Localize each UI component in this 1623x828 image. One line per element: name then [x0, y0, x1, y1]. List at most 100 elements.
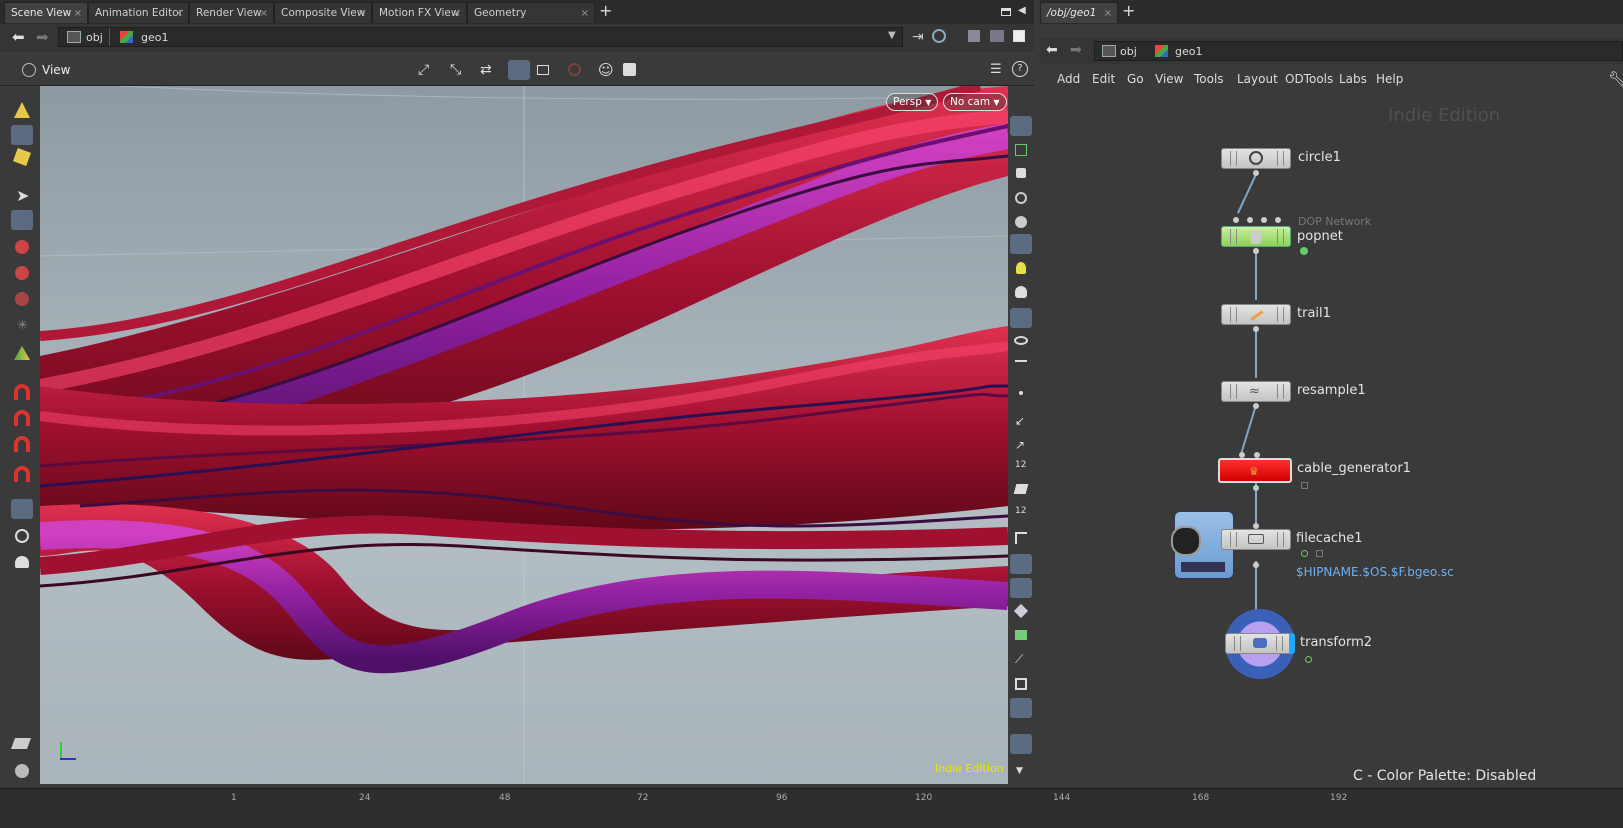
close-icon[interactable]: ×: [581, 3, 589, 24]
menu-view[interactable]: View: [1155, 72, 1183, 86]
maximize-icon[interactable]: [1013, 30, 1025, 42]
node-circle1[interactable]: [1221, 148, 1291, 169]
pin-icon[interactable]: ⇥: [912, 29, 924, 45]
profile-icon[interactable]: [1015, 532, 1027, 544]
back-arrow-icon[interactable]: ⬅: [12, 28, 25, 46]
tab-render-view[interactable]: Render View ×: [189, 2, 274, 23]
safe-area-icon[interactable]: [1015, 678, 1027, 690]
node-label[interactable]: popnet: [1297, 229, 1343, 244]
background-toggle-icon[interactable]: [1010, 116, 1032, 136]
uv-icon[interactable]: [1015, 144, 1027, 156]
node-popnet[interactable]: [1221, 226, 1291, 247]
magnet-icon[interactable]: [14, 436, 30, 452]
node-label[interactable]: trail1: [1297, 306, 1331, 321]
eye-icon[interactable]: [1014, 336, 1028, 345]
path-crumb-obj[interactable]: obj: [86, 31, 103, 44]
menu-edit[interactable]: Edit: [1092, 72, 1115, 86]
brush-tool-icon[interactable]: [14, 102, 30, 118]
point-icon[interactable]: [1019, 391, 1023, 395]
3d-viewport[interactable]: Persp ▼ No cam ▼ Indie Edition: [40, 86, 1008, 784]
chevron-down-icon[interactable]: ▼: [1016, 766, 1023, 776]
menu-odtools[interactable]: ODTools: [1285, 72, 1333, 86]
close-icon[interactable]: ×: [74, 3, 82, 24]
menu-tools[interactable]: Tools: [1194, 72, 1224, 86]
input-connector[interactable]: [1275, 217, 1281, 223]
camera-mode-dropdown[interactable]: Persp ▼: [886, 93, 939, 111]
output-connector[interactable]: [1253, 485, 1259, 491]
add-tab-icon[interactable]: +: [1122, 1, 1135, 20]
close-icon[interactable]: ×: [1104, 3, 1112, 24]
snapshot-view-icon[interactable]: [1010, 698, 1032, 718]
display-options-icon[interactable]: [990, 30, 1004, 42]
ghost-icon[interactable]: [15, 556, 29, 568]
menu-help[interactable]: Help: [1376, 72, 1403, 86]
close-icon[interactable]: ×: [453, 3, 461, 24]
input-connector[interactable]: [1247, 217, 1253, 223]
node-label[interactable]: transform2: [1300, 635, 1372, 650]
output-connector[interactable]: [1253, 403, 1259, 409]
node-trail1[interactable]: [1221, 304, 1291, 325]
camera-dolly-icon[interactable]: [15, 764, 29, 778]
scale-tool-icon[interactable]: [15, 292, 29, 306]
pose-tool-icon[interactable]: ✳: [17, 318, 28, 333]
geometry-mode-icon[interactable]: [13, 148, 31, 166]
node-label[interactable]: filecache1: [1296, 531, 1363, 546]
geo-cube-icon[interactable]: [968, 30, 980, 42]
ghost-icon[interactable]: [1015, 216, 1027, 228]
output-connector[interactable]: [1253, 248, 1259, 254]
magnet-icon[interactable]: [14, 410, 30, 426]
snap-camera-icon[interactable]: [11, 499, 33, 519]
close-icon[interactable]: ×: [260, 3, 268, 24]
node-transform2[interactable]: [1225, 633, 1295, 654]
view-menu-icon[interactable]: [22, 63, 36, 77]
node-resample1[interactable]: ≈: [1221, 381, 1291, 402]
stamp-icon[interactable]: [10, 738, 32, 749]
input-connector[interactable]: [1261, 217, 1267, 223]
tab-network[interactable]: /obj/geo1 ×: [1040, 2, 1118, 23]
display-options-icon[interactable]: ☰: [990, 62, 1002, 77]
tab-geometry-spreadsheet[interactable]: Geometry Spreadsheet×: [467, 2, 595, 40]
network-view[interactable]: Indie Edition circle1 DOP Network popnet: [1040, 93, 1623, 790]
location-icon[interactable]: [1010, 734, 1032, 754]
path-crumb-geo1[interactable]: geo1: [141, 31, 168, 44]
timer-icon[interactable]: [15, 529, 29, 543]
snapshot-icon[interactable]: [623, 63, 636, 76]
path-field[interactable]: obj geo1: [1094, 41, 1623, 61]
help-icon[interactable]: ?: [1012, 61, 1028, 77]
screen-icon[interactable]: [537, 65, 549, 75]
lock-tool-icon[interactable]: [11, 210, 33, 230]
viewer-title[interactable]: View: [42, 63, 70, 77]
close-icon[interactable]: ×: [358, 3, 366, 24]
point-numbers-icon[interactable]: 12: [1015, 460, 1026, 470]
bulb-icon[interactable]: [1016, 262, 1026, 274]
link-icon[interactable]: [932, 29, 946, 43]
menu-layout[interactable]: Layout: [1237, 72, 1278, 86]
rotate-tool-icon[interactable]: [15, 266, 29, 280]
forward-arrow-icon[interactable]: ➡: [36, 28, 49, 46]
menu-add[interactable]: Add: [1057, 72, 1080, 86]
node-cable-generator1[interactable]: ♛: [1218, 458, 1292, 483]
node-label[interactable]: cable_generator1: [1297, 461, 1411, 476]
camera-view-icon[interactable]: [1010, 308, 1032, 328]
wrench-icon[interactable]: 🔧︎: [1608, 70, 1623, 88]
node-filecache1[interactable]: [1221, 529, 1291, 550]
tab-motion-fx-view[interactable]: Motion FX View ×: [372, 2, 467, 23]
magnet-icon[interactable]: [14, 384, 30, 400]
snap-tool-icon[interactable]: ⤡: [450, 62, 461, 78]
chevron-down-icon[interactable]: ▼: [888, 30, 896, 41]
shading-icon[interactable]: [1010, 554, 1032, 574]
xray-icon[interactable]: [1015, 192, 1027, 204]
handle-tool-icon[interactable]: [14, 346, 30, 360]
menu-labs[interactable]: Labs: [1339, 72, 1367, 86]
maximize-icon[interactable]: [1001, 8, 1011, 16]
light-icon[interactable]: [1010, 234, 1032, 254]
menu-go[interactable]: Go: [1127, 72, 1144, 86]
magnet-icon[interactable]: [14, 466, 30, 482]
no-entry-icon[interactable]: [568, 63, 581, 76]
node-label[interactable]: resample1: [1297, 383, 1366, 398]
close-icon[interactable]: ×: [175, 3, 183, 24]
timeline-bar[interactable]: 1 24 48 72 96 120 144 168 192: [0, 788, 1623, 828]
vector-icon[interactable]: ↗: [1015, 438, 1025, 452]
prim-icon[interactable]: [1013, 484, 1029, 494]
node-label[interactable]: circle1: [1298, 150, 1341, 165]
